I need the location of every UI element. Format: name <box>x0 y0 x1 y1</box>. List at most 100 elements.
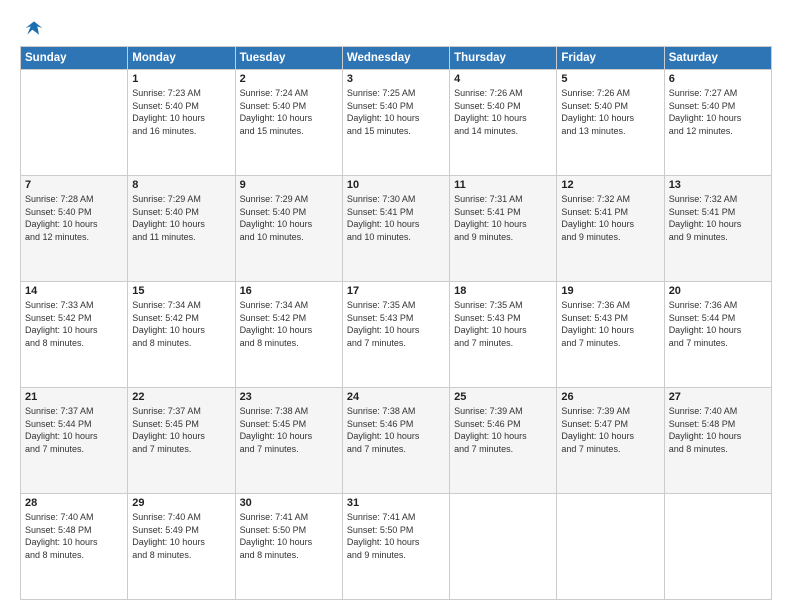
day-number: 4 <box>454 73 552 85</box>
day-number: 30 <box>240 497 338 509</box>
weekday-header-tuesday: Tuesday <box>235 47 342 70</box>
day-cell: 9 Sunrise: 7:29 AM Sunset: 5:40 PM Daylig… <box>235 176 342 282</box>
day-cell: 29Sunrise: 7:40 AM Sunset: 5:49 PM Dayli… <box>128 494 235 600</box>
day-info: Sunrise: 7:35 AM Sunset: 5:43 PM Dayligh… <box>454 299 552 349</box>
day-number: 21 <box>25 391 123 403</box>
day-cell: 27 Sunrise: 7:40 AM Sunset: 5:48 PM Dayli… <box>664 388 771 494</box>
day-info: Sunrise: 7:24 AM Sunset: 5:40 PM Dayligh… <box>240 87 338 137</box>
day-number: 27 <box>669 391 767 403</box>
weekday-header-saturday: Saturday <box>664 47 771 70</box>
day-cell: 17 Sunrise: 7:35 AM Sunset: 5:43 PM Dayli… <box>342 282 449 388</box>
day-cell: 23 Sunrise: 7:38 AM Sunset: 5:45 PM Dayli… <box>235 388 342 494</box>
day-number: 1 <box>132 73 230 85</box>
day-info: Sunrise: 7:39 AM Sunset: 5:46 PM Dayligh… <box>454 405 552 455</box>
day-info: Sunrise: 7:40 AM Sunset: 5:48 PM Dayligh… <box>25 511 123 561</box>
day-number: 17 <box>347 285 445 297</box>
day-cell: 13Sunrise: 7:32 AM Sunset: 5:41 PM Dayli… <box>664 176 771 282</box>
weekday-header-wednesday: Wednesday <box>342 47 449 70</box>
day-cell: 26 Sunrise: 7:39 AM Sunset: 5:47 PM Dayli… <box>557 388 664 494</box>
day-info: Sunrise: 7:27 AM Sunset: 5:40 PM Dayligh… <box>669 87 767 137</box>
day-info: Sunrise: 7:38 AM Sunset: 5:46 PM Dayligh… <box>347 405 445 455</box>
day-number: 29 <box>132 497 230 509</box>
day-number: 9 <box>240 179 338 191</box>
day-cell: 6 Sunrise: 7:27 AM Sunset: 5:40 PM Daylig… <box>664 70 771 176</box>
day-cell: 20Sunrise: 7:36 AM Sunset: 5:44 PM Dayli… <box>664 282 771 388</box>
calendar-table: SundayMondayTuesdayWednesdayThursdayFrid… <box>20 46 772 600</box>
day-cell <box>21 70 128 176</box>
day-number: 8 <box>132 179 230 191</box>
day-cell <box>664 494 771 600</box>
logo <box>20 18 44 38</box>
day-number: 7 <box>25 179 123 191</box>
day-cell: 1 Sunrise: 7:23 AM Sunset: 5:40 PM Daylig… <box>128 70 235 176</box>
day-info: Sunrise: 7:33 AM Sunset: 5:42 PM Dayligh… <box>25 299 123 349</box>
day-cell: 2 Sunrise: 7:24 AM Sunset: 5:40 PM Daylig… <box>235 70 342 176</box>
day-info: Sunrise: 7:30 AM Sunset: 5:41 PM Dayligh… <box>347 193 445 243</box>
day-info: Sunrise: 7:23 AM Sunset: 5:40 PM Dayligh… <box>132 87 230 137</box>
day-info: Sunrise: 7:25 AM Sunset: 5:40 PM Dayligh… <box>347 87 445 137</box>
week-row-4: 21 Sunrise: 7:37 AM Sunset: 5:44 PM Dayli… <box>21 388 772 494</box>
day-cell: 5 Sunrise: 7:26 AM Sunset: 5:40 PM Daylig… <box>557 70 664 176</box>
weekday-header-friday: Friday <box>557 47 664 70</box>
day-number: 18 <box>454 285 552 297</box>
day-info: Sunrise: 7:34 AM Sunset: 5:42 PM Dayligh… <box>240 299 338 349</box>
day-cell: 3 Sunrise: 7:25 AM Sunset: 5:40 PM Daylig… <box>342 70 449 176</box>
week-row-1: 1 Sunrise: 7:23 AM Sunset: 5:40 PM Daylig… <box>21 70 772 176</box>
day-number: 23 <box>240 391 338 403</box>
weekday-header-row: SundayMondayTuesdayWednesdayThursdayFrid… <box>21 47 772 70</box>
day-number: 12 <box>561 179 659 191</box>
day-info: Sunrise: 7:40 AM Sunset: 5:48 PM Dayligh… <box>669 405 767 455</box>
day-number: 14 <box>25 285 123 297</box>
day-cell: 15 Sunrise: 7:34 AM Sunset: 5:42 PM Dayli… <box>128 282 235 388</box>
week-row-5: 28 Sunrise: 7:40 AM Sunset: 5:48 PM Dayli… <box>21 494 772 600</box>
day-number: 10 <box>347 179 445 191</box>
day-cell: 24 Sunrise: 7:38 AM Sunset: 5:46 PM Dayli… <box>342 388 449 494</box>
weekday-header-monday: Monday <box>128 47 235 70</box>
day-info: Sunrise: 7:29 AM Sunset: 5:40 PM Dayligh… <box>132 193 230 243</box>
day-number: 5 <box>561 73 659 85</box>
day-cell: 25Sunrise: 7:39 AM Sunset: 5:46 PM Dayli… <box>450 388 557 494</box>
day-number: 2 <box>240 73 338 85</box>
day-cell: 4 Sunrise: 7:26 AM Sunset: 5:40 PM Daylig… <box>450 70 557 176</box>
header <box>20 18 772 38</box>
week-row-3: 14 Sunrise: 7:33 AM Sunset: 5:42 PM Dayli… <box>21 282 772 388</box>
day-info: Sunrise: 7:34 AM Sunset: 5:42 PM Dayligh… <box>132 299 230 349</box>
weekday-header-thursday: Thursday <box>450 47 557 70</box>
day-cell <box>557 494 664 600</box>
day-info: Sunrise: 7:29 AM Sunset: 5:40 PM Dayligh… <box>240 193 338 243</box>
day-info: Sunrise: 7:31 AM Sunset: 5:41 PM Dayligh… <box>454 193 552 243</box>
day-cell: 10 Sunrise: 7:30 AM Sunset: 5:41 PM Dayli… <box>342 176 449 282</box>
day-info: Sunrise: 7:38 AM Sunset: 5:45 PM Dayligh… <box>240 405 338 455</box>
day-info: Sunrise: 7:39 AM Sunset: 5:47 PM Dayligh… <box>561 405 659 455</box>
day-info: Sunrise: 7:36 AM Sunset: 5:44 PM Dayligh… <box>669 299 767 349</box>
day-info: Sunrise: 7:26 AM Sunset: 5:40 PM Dayligh… <box>454 87 552 137</box>
day-info: Sunrise: 7:36 AM Sunset: 5:43 PM Dayligh… <box>561 299 659 349</box>
day-number: 28 <box>25 497 123 509</box>
day-cell: 8 Sunrise: 7:29 AM Sunset: 5:40 PM Daylig… <box>128 176 235 282</box>
day-info: Sunrise: 7:35 AM Sunset: 5:43 PM Dayligh… <box>347 299 445 349</box>
day-info: Sunrise: 7:41 AM Sunset: 5:50 PM Dayligh… <box>240 511 338 561</box>
day-cell: 12 Sunrise: 7:32 AM Sunset: 5:41 PM Dayli… <box>557 176 664 282</box>
day-cell: 30 Sunrise: 7:41 AM Sunset: 5:50 PM Dayli… <box>235 494 342 600</box>
day-info: Sunrise: 7:32 AM Sunset: 5:41 PM Dayligh… <box>669 193 767 243</box>
day-cell: 21 Sunrise: 7:37 AM Sunset: 5:44 PM Dayli… <box>21 388 128 494</box>
day-info: Sunrise: 7:37 AM Sunset: 5:44 PM Dayligh… <box>25 405 123 455</box>
day-cell: 14 Sunrise: 7:33 AM Sunset: 5:42 PM Dayli… <box>21 282 128 388</box>
week-row-2: 7Sunrise: 7:28 AM Sunset: 5:40 PM Daylig… <box>21 176 772 282</box>
day-number: 19 <box>561 285 659 297</box>
day-number: 6 <box>669 73 767 85</box>
day-info: Sunrise: 7:26 AM Sunset: 5:40 PM Dayligh… <box>561 87 659 137</box>
day-info: Sunrise: 7:32 AM Sunset: 5:41 PM Dayligh… <box>561 193 659 243</box>
day-cell: 22Sunrise: 7:37 AM Sunset: 5:45 PM Dayli… <box>128 388 235 494</box>
day-number: 16 <box>240 285 338 297</box>
day-number: 26 <box>561 391 659 403</box>
day-number: 24 <box>347 391 445 403</box>
day-cell <box>450 494 557 600</box>
day-number: 11 <box>454 179 552 191</box>
day-cell: 11 Sunrise: 7:31 AM Sunset: 5:41 PM Dayli… <box>450 176 557 282</box>
page: SundayMondayTuesdayWednesdayThursdayFrid… <box>0 0 792 612</box>
day-number: 3 <box>347 73 445 85</box>
day-cell: 31Sunrise: 7:41 AM Sunset: 5:50 PM Dayli… <box>342 494 449 600</box>
day-cell: 28 Sunrise: 7:40 AM Sunset: 5:48 PM Dayli… <box>21 494 128 600</box>
day-number: 15 <box>132 285 230 297</box>
